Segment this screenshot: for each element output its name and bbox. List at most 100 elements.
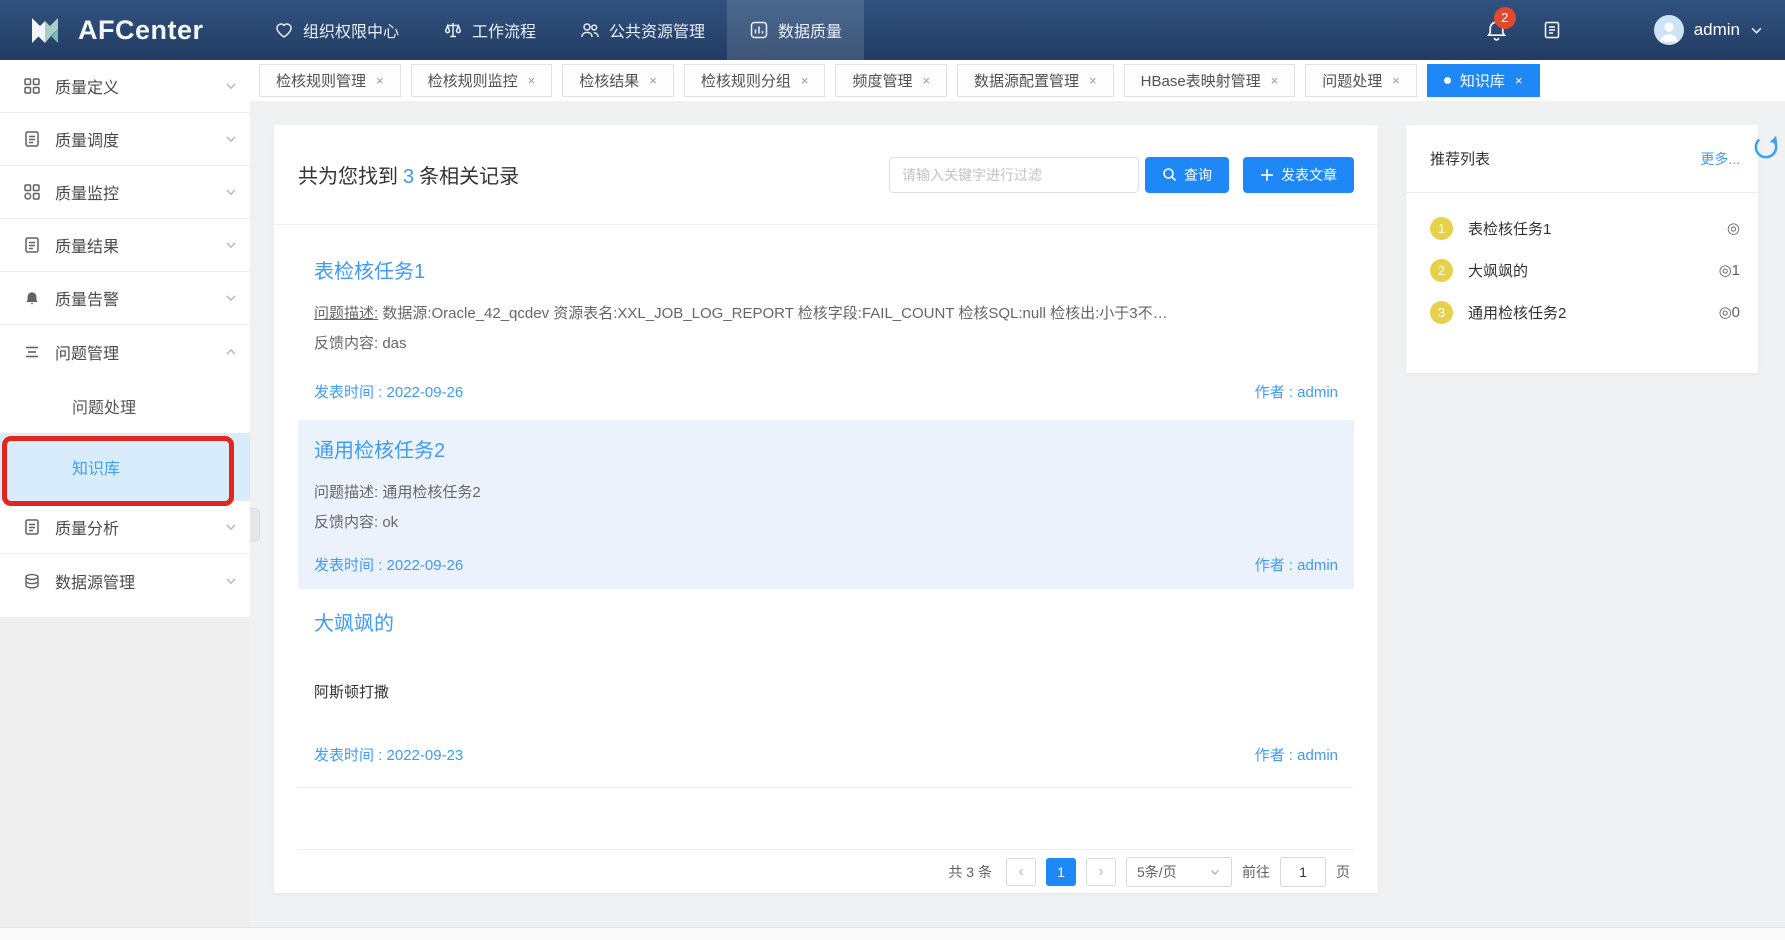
notification-badge: 2 [1494,7,1516,29]
more-link[interactable]: 更多... [1700,149,1740,169]
eye-icon: ◎ [1727,219,1740,237]
chevron-down-icon [224,79,238,93]
tab-label: 检核规则分组 [701,70,791,91]
brand: AFCenter [0,10,252,50]
tab-check-rule-group[interactable]: 检核规则分组 × [684,64,826,97]
nav-item-data-quality[interactable]: 数据质量 [727,0,864,60]
article-title-link[interactable]: 大飒飒的 [314,607,394,636]
article-title-link[interactable]: 通用检核任务2 [314,434,445,463]
sidebar-item-quality-alert[interactable]: 质量告警 [0,272,250,325]
description-label: 问题描述: [314,484,378,501]
pagination-total: 共 3 条 [948,862,992,882]
close-icon[interactable]: × [649,74,657,87]
username: admin [1694,20,1740,40]
tab-label: 数据源配置管理 [974,70,1079,91]
close-icon[interactable]: × [376,74,384,87]
query-button[interactable]: 查询 [1145,157,1229,193]
chevron-down-icon [1209,866,1221,878]
close-icon[interactable]: × [1271,74,1279,87]
recommend-title: 推荐列表 [1430,148,1490,169]
nav-item-label: 工作流程 [472,18,536,42]
result-summary: 共为您找到3条相关记录 [298,160,519,189]
sidebar-item-knowledge-base[interactable]: 知识库 [0,433,250,501]
tab-check-rule-management[interactable]: 检核规则管理 × [259,64,401,97]
article-footer: 发表时间 : 2022-09-26 作者 : admin [314,554,1338,575]
article-body: 阿斯顿打撒 [314,681,1338,702]
publish-article-button[interactable]: 发表文章 [1243,157,1354,193]
close-icon[interactable]: × [528,74,536,87]
article-list: 表检核任务1 问题描述: 数据源:Oracle_42_qcdev 资源表名:XX… [274,225,1378,788]
doc-icon [22,236,42,254]
rank-badge: 3 [1430,301,1453,324]
close-icon[interactable]: × [1392,74,1400,87]
document-icon[interactable] [1542,20,1562,40]
sidebar-item-quality-definition[interactable]: 质量定义 [0,60,250,113]
chevron-down-icon [224,520,238,534]
rank-badge: 1 [1430,217,1453,240]
users-icon [580,20,600,40]
article-author: 作者 : admin [1255,744,1338,765]
horizontal-scrollbar[interactable] [0,927,1785,940]
tab-label: 检核规则管理 [276,70,366,91]
goto-page-input[interactable] [1280,857,1326,887]
notifications-button[interactable]: 2 [1485,19,1508,42]
list-item[interactable]: 1 表检核任务1 ◎ [1430,207,1740,249]
chevron-down-icon [224,291,238,305]
chevron-down-icon [224,185,238,199]
knowledge-base-card: 共为您找到3条相关记录 查询 发表文章 表检核任务1 问题描述: 数据源: [274,125,1378,893]
chevron-up-icon [224,345,238,359]
rank-badge: 2 [1430,259,1453,282]
sidebar-item-quality-analysis[interactable]: 质量分析 [0,501,250,554]
close-icon[interactable]: × [1515,74,1523,87]
recommend-item-title: 表检核任务1 [1468,218,1551,239]
nav-item-workflow[interactable]: 工作流程 [421,0,558,60]
article-author: 作者 : admin [1255,554,1338,575]
tab-check-result[interactable]: 检核结果× [562,64,674,97]
user-menu[interactable]: admin [1654,15,1763,45]
tab-check-rule-monitor[interactable]: 检核规则监控× [411,64,553,97]
view-count: ◎1 [1719,261,1740,279]
list-item[interactable]: 3 通用检核任务2 ◎0 [1430,291,1740,333]
article-title-link[interactable]: 表检核任务1 [314,255,425,284]
header-controls: 查询 发表文章 [889,157,1354,193]
close-icon[interactable]: × [1089,74,1097,87]
article-item[interactable]: 大飒飒的 阿斯顿打撒 发表时间 : 2022-09-23 作者 : admin [298,589,1354,788]
recommend-item-title: 通用检核任务2 [1468,302,1566,323]
list-item[interactable]: 2 大飒飒的 ◎1 [1430,249,1740,291]
current-page-button[interactable]: 1 [1046,858,1076,886]
navbar-right: 2 admin [1485,15,1785,45]
active-dot-icon [1444,77,1451,84]
sidebar-item-datasource-management[interactable]: 数据源管理 [0,554,250,607]
close-icon[interactable]: × [922,74,930,87]
close-icon[interactable]: × [801,74,809,87]
prev-page-button[interactable]: ‹ [1006,858,1036,886]
article-item[interactable]: 表检核任务1 问题描述: 数据源:Oracle_42_qcdev 资源表名:XX… [298,225,1354,420]
sidebar-item-quality-monitor[interactable]: 质量监控 [0,166,250,219]
recommend-list: 1 表检核任务1 ◎ 2 大飒飒的 ◎1 3 通用检核任务2 ◎0 [1406,193,1758,333]
sidebar-item-label: 数据源管理 [55,569,135,593]
nav-item-org-permission-center[interactable]: 组织权限中心 [252,0,421,60]
page-unit-label: 页 [1336,862,1350,882]
tab-hbase-mapping[interactable]: HBase表映射管理× [1124,64,1296,97]
nav-item-public-resource[interactable]: 公共资源管理 [558,0,727,60]
tab-knowledge-base[interactable]: 知识库× [1427,64,1540,97]
tab-issue-handling[interactable]: 问题处理× [1305,64,1417,97]
page-size-select[interactable]: 5条/页 [1126,857,1232,887]
next-page-button[interactable]: › [1086,858,1116,886]
sidebar-item-label: 质量结果 [55,233,119,257]
search-input[interactable] [889,157,1139,193]
refresh-icon[interactable] [1750,131,1782,163]
tab-frequency-management[interactable]: 频度管理× [835,64,947,97]
article-description: 问题描述: 数据源:Oracle_42_qcdev 资源表名:XXL_JOB_L… [314,299,1338,329]
tab-datasource-config[interactable]: 数据源配置管理 × [957,64,1114,97]
article-footer: 发表时间 : 2022-09-26 作者 : admin [314,381,1338,402]
sidebar-item-issue-management[interactable]: 问题管理 [0,325,250,378]
article-item-highlighted[interactable]: 通用检核任务2 问题描述: 通用检核任务2 反馈内容: ok 发表时间 : 20… [298,420,1354,589]
description-label: 问题描述: [314,305,378,322]
sidebar-collapse-handle[interactable] [250,508,260,542]
publish-date: 发表时间 : 2022-09-26 [314,554,463,575]
sidebar-item-quality-schedule[interactable]: 质量调度 [0,113,250,166]
sidebar-item-issue-handling[interactable]: 问题处理 [0,378,250,433]
sidebar-item-quality-result[interactable]: 质量结果 [0,219,250,272]
sidebar-item-label: 质量监控 [55,180,119,204]
